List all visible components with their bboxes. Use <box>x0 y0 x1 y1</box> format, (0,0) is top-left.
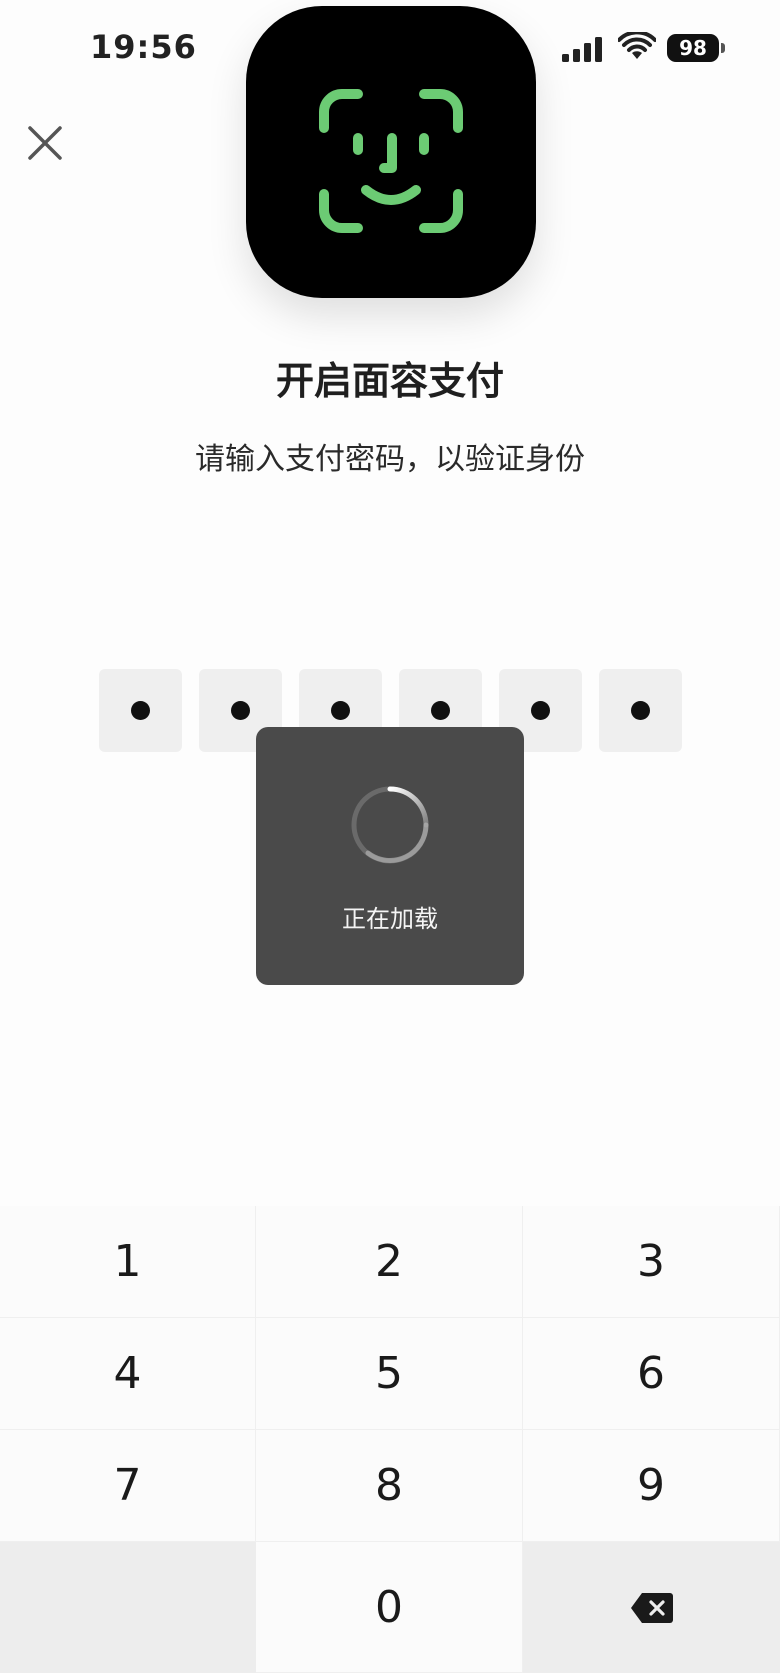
key-blank <box>0 1542 256 1673</box>
face-id-app-icon <box>246 6 536 298</box>
key-1[interactable]: 1 <box>0 1206 256 1318</box>
key-9[interactable]: 9 <box>523 1430 780 1542</box>
key-2[interactable]: 2 <box>256 1206 523 1318</box>
key-8[interactable]: 8 <box>256 1430 523 1542</box>
pin-dot <box>531 701 550 720</box>
numeric-keypad: 1 2 3 4 5 6 7 8 9 0 <box>0 1206 780 1673</box>
key-4[interactable]: 4 <box>0 1318 256 1430</box>
pin-digit-box <box>99 669 182 752</box>
key-5[interactable]: 5 <box>256 1318 523 1430</box>
close-button[interactable] <box>24 122 66 164</box>
key-7[interactable]: 7 <box>0 1430 256 1542</box>
status-time: 19:56 <box>90 28 197 66</box>
pin-dot <box>631 701 650 720</box>
delete-button[interactable] <box>523 1542 780 1673</box>
close-icon <box>28 126 62 160</box>
pin-digit-box <box>599 669 682 752</box>
pin-dot <box>431 701 450 720</box>
page-subtitle: 请输入支付密码，以验证身份 <box>195 442 585 477</box>
pin-dot <box>131 701 150 720</box>
wifi-icon <box>618 32 656 59</box>
key-0[interactable]: 0 <box>256 1542 523 1673</box>
backspace-icon <box>630 1592 673 1623</box>
key-6[interactable]: 6 <box>523 1318 780 1430</box>
key-3[interactable]: 3 <box>523 1206 780 1318</box>
loading-toast: 正在加载 <box>256 727 524 985</box>
loading-label: 正在加载 <box>342 905 438 933</box>
battery-indicator: 98 <box>667 34 725 62</box>
page-title: 开启面容支付 <box>275 359 504 403</box>
pin-dot <box>331 701 350 720</box>
face-id-icon <box>319 89 463 233</box>
pin-dot <box>231 701 250 720</box>
cellular-signal-icon <box>562 37 602 62</box>
loading-spinner-icon <box>351 786 429 864</box>
